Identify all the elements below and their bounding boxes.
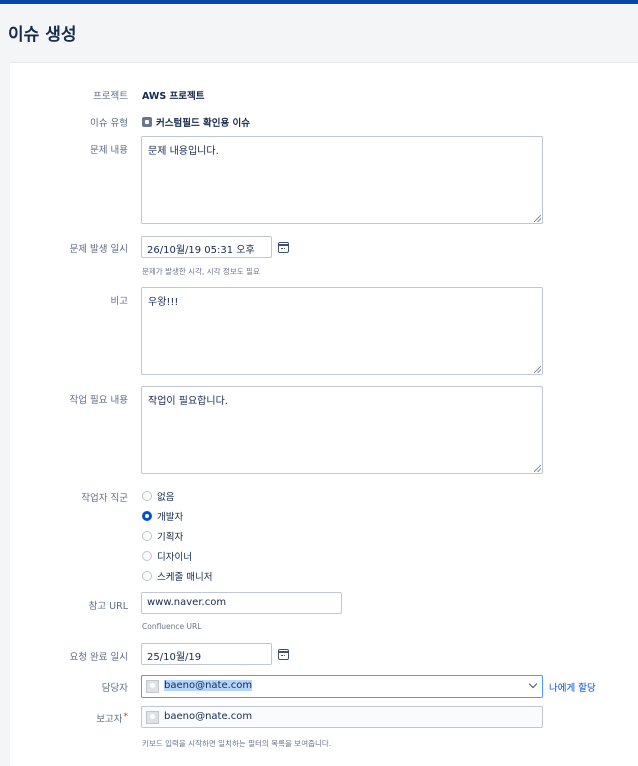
radio-label: 스케줄 매니저 bbox=[157, 572, 213, 583]
radio-icon bbox=[142, 491, 152, 501]
chevron-down-icon[interactable] bbox=[528, 679, 538, 689]
resize-handle-icon[interactable] bbox=[534, 465, 541, 472]
resize-handle-icon[interactable] bbox=[534, 366, 541, 373]
radio-icon bbox=[142, 531, 152, 541]
radio-label: 없음 bbox=[157, 492, 175, 503]
required-mark: * bbox=[123, 712, 129, 722]
radio-option-developer[interactable]: 개발자 bbox=[142, 509, 183, 523]
remarks-label: 비고 bbox=[110, 296, 128, 307]
avatar bbox=[146, 711, 159, 724]
radio-label: 디자이너 bbox=[157, 552, 192, 563]
problem-datetime-input[interactable]: 26/10월/19 05:31 오후 bbox=[141, 236, 272, 258]
issue-type-icon bbox=[142, 117, 152, 127]
reporter-value: baeno@nate.com bbox=[164, 711, 253, 722]
reference-url-help: Confluence URL bbox=[142, 622, 202, 631]
issue-type-value: 커스텀필드 확인용 이슈 bbox=[142, 115, 250, 129]
avatar bbox=[146, 680, 159, 693]
calendar-icon[interactable] bbox=[278, 649, 289, 660]
radio-label: 개발자 bbox=[157, 512, 184, 523]
project-label: 프로젝트 bbox=[93, 91, 128, 102]
radio-option-schedule-manager[interactable]: 스케줄 매니저 bbox=[142, 569, 212, 583]
problem-datetime-label: 문제 발생 일시 bbox=[69, 244, 128, 255]
reference-url-input[interactable]: www.naver.com bbox=[141, 592, 342, 614]
radio-icon bbox=[142, 571, 152, 581]
problem-datetime-help: 문제가 발생한 시각, 시각 정보도 필요 bbox=[142, 267, 260, 276]
radio-option-designer[interactable]: 디자이너 bbox=[142, 549, 192, 563]
project-value: AWS 프로젝트 bbox=[142, 91, 205, 102]
request-due-label: 요청 완료 일시 bbox=[69, 652, 128, 663]
request-due-input[interactable]: 25/10월/19 bbox=[141, 643, 272, 665]
problem-content-label: 문제 내용 bbox=[90, 145, 128, 156]
resize-handle-icon[interactable] bbox=[534, 215, 541, 222]
work-needed-text: 작업이 필요합니다. bbox=[148, 396, 228, 407]
radio-selected-icon bbox=[142, 511, 152, 521]
radio-option-planner[interactable]: 기획자 bbox=[142, 529, 183, 543]
worker-role-label: 작업자 직군 bbox=[81, 493, 128, 504]
page-title: 이슈 생성 bbox=[8, 25, 77, 45]
remarks-text: 우왕!!! bbox=[148, 297, 179, 308]
assign-to-me-link[interactable]: 나에게 할당 bbox=[549, 680, 596, 694]
issue-type-text: 커스텀필드 확인용 이슈 bbox=[156, 118, 251, 129]
remarks-textarea[interactable]: 우왕!!! bbox=[141, 287, 543, 375]
reference-url-label: 참고 URL bbox=[88, 601, 128, 612]
work-needed-textarea[interactable]: 작업이 필요합니다. bbox=[141, 386, 543, 474]
issue-type-label: 이슈 유형 bbox=[90, 118, 128, 129]
work-needed-label: 작업 필요 내용 bbox=[69, 395, 128, 406]
problem-content-textarea[interactable]: 문제 내용입니다. bbox=[141, 136, 543, 224]
radio-icon bbox=[142, 551, 152, 561]
reporter-label: 보고자* bbox=[96, 711, 128, 725]
assignee-value: baeno@nate.com bbox=[164, 680, 253, 691]
reporter-label-text: 보고자 bbox=[96, 714, 123, 725]
problem-content-text: 문제 내용입니다. bbox=[148, 146, 219, 157]
reporter-select[interactable]: baeno@nate.com bbox=[141, 706, 543, 728]
top-brand-bar bbox=[0, 0, 638, 4]
reporter-help: 키보드 입력을 시작하면 일치하는 필터의 목록을 보여줍니다. bbox=[142, 739, 332, 748]
assignee-select[interactable]: baeno@nate.com bbox=[141, 675, 543, 698]
radio-label: 기획자 bbox=[157, 532, 184, 543]
calendar-icon[interactable] bbox=[278, 242, 289, 253]
radio-option-none[interactable]: 없음 bbox=[142, 489, 174, 503]
assignee-label: 담당자 bbox=[101, 683, 128, 694]
